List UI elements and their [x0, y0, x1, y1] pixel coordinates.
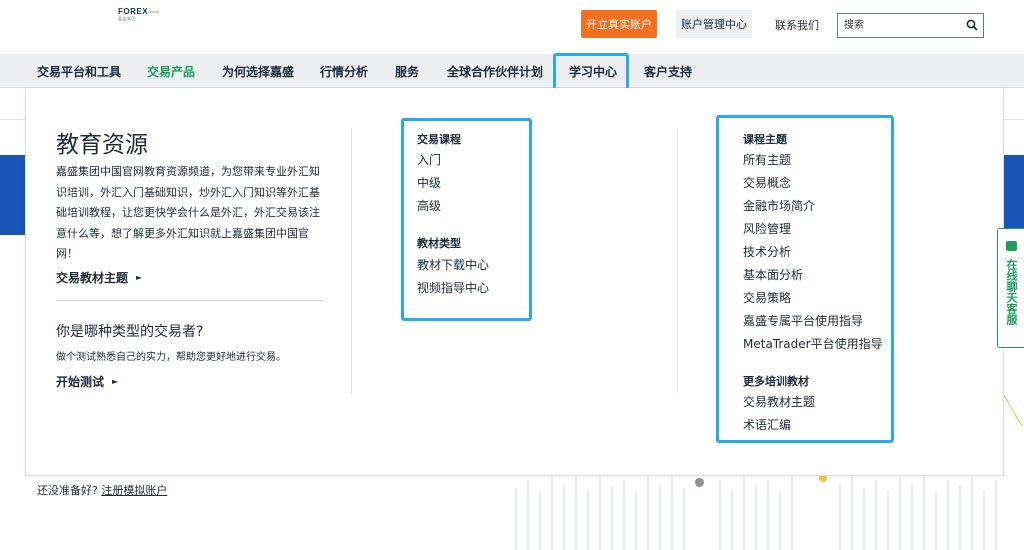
start-test-label: 开始测试 — [56, 375, 105, 389]
course-beginner-link[interactable]: 入门 — [417, 151, 441, 168]
topic-metatrader-link[interactable]: MetaTrader平台使用指导 — [743, 335, 883, 352]
account-center-button[interactable]: 账户管理中心 — [676, 10, 752, 38]
courses-heading: 交易课程 — [417, 133, 461, 146]
not-ready-text: 还没准备好? — [37, 484, 98, 497]
logo-text: FOREX — [118, 7, 149, 16]
chat-bubble-icon — [1006, 241, 1017, 251]
topic-markets-link[interactable]: 金融市场简介 — [743, 197, 815, 214]
logo-subtext: 嘉盛集团 — [118, 16, 136, 21]
materials-topics-link[interactable]: 交易教材主题 — [743, 393, 815, 410]
nav-learning-center[interactable]: 学习中心 — [569, 54, 617, 88]
topic-concepts-link[interactable]: 交易概念 — [743, 174, 791, 191]
nav-trading-products[interactable]: 交易产品 — [147, 54, 195, 88]
hero-banner-left — [0, 155, 26, 235]
not-ready-prompt: 还没准备好? 注册模拟账户 — [37, 482, 167, 498]
hero-banner-right — [1004, 155, 1024, 235]
nav-trading-platforms[interactable]: 交易平台和工具 — [37, 54, 121, 88]
trading-topics-label: 交易教材主题 — [56, 271, 129, 285]
more-materials-heading: 更多培训教材 — [743, 375, 809, 388]
contact-us-link[interactable]: 联系我们 — [775, 17, 819, 33]
download-center-link[interactable]: 教材下载中心 — [417, 256, 489, 273]
search-icon[interactable] — [966, 19, 978, 31]
nav-partners[interactable]: 全球合作伙伴计划 — [447, 54, 543, 88]
mega-divider — [56, 300, 323, 301]
topic-fundamental-link[interactable]: 基本面分析 — [743, 266, 803, 283]
top-header: FOREX.com 嘉盛集团 开立真实账户 账户管理中心 联系我们 — [0, 0, 1024, 54]
topic-risk-link[interactable]: 风险管理 — [743, 220, 791, 237]
topic-all-link[interactable]: 所有主题 — [743, 151, 791, 168]
trading-topics-link[interactable]: 交易教材主题 ► — [56, 269, 142, 286]
forex-logo[interactable]: FOREX.com 嘉盛集团 — [118, 7, 170, 27]
arrow-right-icon: ► — [112, 377, 119, 386]
course-intermediate-link[interactable]: 中级 — [417, 174, 441, 191]
topic-technical-link[interactable]: 技术分析 — [743, 243, 791, 260]
search-input[interactable] — [838, 14, 963, 37]
main-nav: 交易平台和工具 交易产品 为何选择嘉盛 行情分析 服务 全球合作伙伴计划 学习中… — [0, 54, 1024, 88]
topic-strategy-link[interactable]: 交易策略 — [743, 289, 791, 306]
start-test-link[interactable]: 开始测试 ► — [56, 373, 118, 390]
glossary-link[interactable]: 术语汇编 — [743, 416, 791, 433]
arrow-right-icon: ► — [136, 273, 143, 282]
chart-point-gray — [695, 478, 704, 487]
open-live-account-button[interactable]: 开立真实账户 — [581, 10, 657, 38]
trader-type-description: 做个测试熟悉自己的实力，帮助您更好地进行交易。 — [56, 352, 286, 363]
mega-description: 嘉盛集团中国官网教育资源频道，为您带来专业外汇知识培训，外汇入门基础知识，炒外汇… — [56, 165, 320, 260]
nav-customer-support[interactable]: 客户支持 — [644, 54, 692, 88]
nav-services[interactable]: 服务 — [395, 54, 419, 88]
material-types-heading: 教材类型 — [417, 237, 461, 250]
column-separator — [351, 128, 352, 393]
demo-account-link[interactable]: 注册模拟账户 — [101, 484, 167, 497]
nav-market-analysis[interactable]: 行情分析 — [320, 54, 368, 88]
online-chat-tab[interactable]: 在线聊天客服 — [997, 228, 1024, 348]
mega-title: 教育资源 — [56, 132, 148, 158]
column-separator — [677, 128, 678, 393]
search-box — [837, 13, 984, 38]
video-center-link[interactable]: 视频指导中心 — [417, 279, 489, 296]
topic-platform-guide-link[interactable]: 嘉盛专属平台使用指导 — [743, 312, 863, 329]
course-advanced-link[interactable]: 高级 — [417, 197, 441, 214]
trader-type-question: 你是哪种类型的交易者? — [56, 324, 204, 340]
learning-center-mega-menu: 教育资源 嘉盛集团中国官网教育资源频道，为您带来专业外汇知识培训，外汇入门基础知… — [25, 88, 1004, 476]
chat-tab-label: 在线聊天客服 — [1005, 259, 1018, 325]
logo-suffix: .com — [148, 9, 160, 14]
course-topics-heading: 课程主题 — [743, 133, 787, 146]
nav-why-forex[interactable]: 为何选择嘉盛 — [222, 54, 294, 88]
page: FOREX.com 嘉盛集团 开立真实账户 账户管理中心 联系我们 交易平台和工… — [0, 0, 1024, 550]
